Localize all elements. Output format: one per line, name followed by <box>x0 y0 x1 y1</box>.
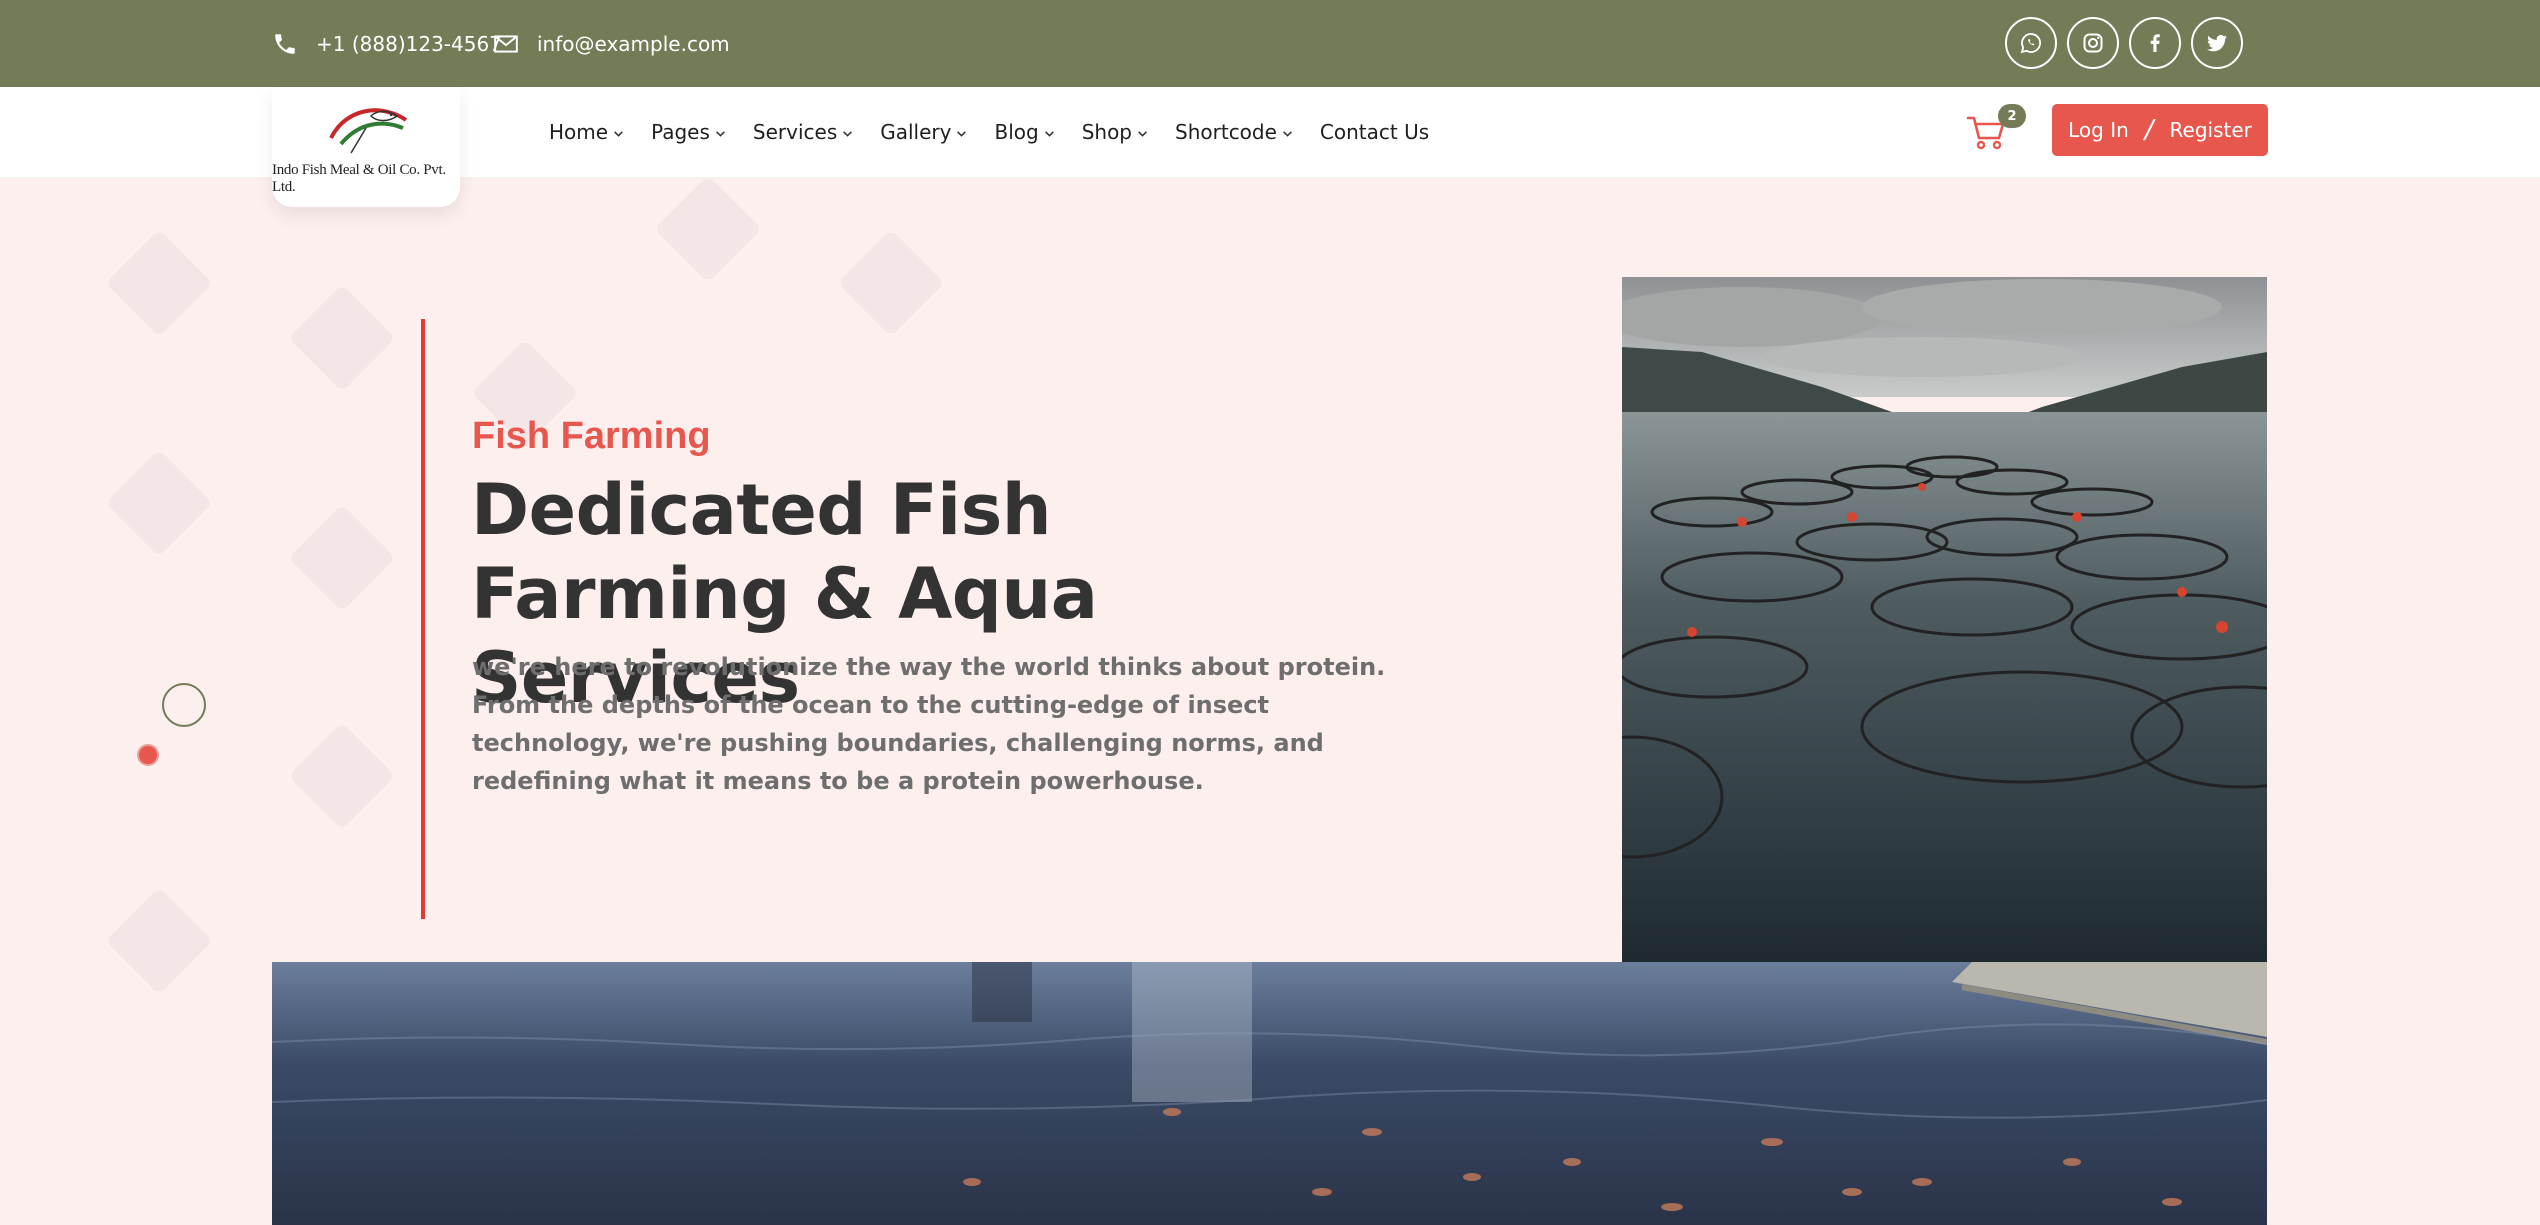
decor-diamond <box>288 504 396 612</box>
phone-number: +1 (888)123-4567 <box>316 31 502 56</box>
whatsapp-link[interactable] <box>2005 17 2057 69</box>
nav-item-blog[interactable]: Blog <box>994 120 1054 144</box>
cart-count-badge: 2 <box>1998 104 2026 128</box>
email-contact[interactable]: info@example.com <box>493 0 730 87</box>
decor-diamond <box>837 229 945 337</box>
phone-icon <box>275 33 295 54</box>
whatsapp-icon <box>2020 33 2041 54</box>
nav-item-label: Shortcode <box>1175 120 1277 144</box>
decor-diamond <box>288 722 396 830</box>
register-link[interactable]: Register <box>2170 118 2252 142</box>
hero-eyebrow: Fish Farming <box>472 415 711 457</box>
chevron-down-icon <box>1283 130 1292 137</box>
fish-logo-icon <box>329 108 408 154</box>
fish-farm-cages-image <box>1622 277 2267 962</box>
nav-item-label: Gallery <box>880 120 952 144</box>
nav-item-label: Contact Us <box>1319 120 1430 144</box>
fish-pond-image <box>272 962 2267 1225</box>
nav-item-pages[interactable]: Pages <box>651 120 726 144</box>
nav-item-gallery[interactable]: Gallery <box>880 120 967 144</box>
phone-contact[interactable]: +1 (888)123-4567 <box>272 0 502 87</box>
facebook-icon <box>2150 34 2160 52</box>
decor-diamond <box>654 175 762 283</box>
chevron-down-icon <box>843 130 853 137</box>
instagram-link[interactable] <box>2067 17 2119 69</box>
facebook-link[interactable] <box>2129 17 2181 69</box>
mail-icon <box>494 34 518 53</box>
chevron-down-icon <box>716 130 725 137</box>
nav-item-label: Blog <box>994 120 1039 144</box>
nav-item-label: Services <box>752 120 838 144</box>
hero-description: we're here to revolutionize the way the … <box>472 653 1386 795</box>
chevron-down-icon <box>1044 130 1054 137</box>
login-link[interactable]: Log In <box>2068 118 2129 142</box>
hero-accent-line <box>421 319 425 919</box>
slider-dot-active[interactable] <box>137 744 159 766</box>
nav-item-contact-us[interactable]: Contact Us <box>1320 120 1429 144</box>
logo-text: Indo Fish Meal & Oil Co. Pvt. Ltd. <box>272 162 446 195</box>
nav-item-shop[interactable]: Shop <box>1082 120 1148 144</box>
slider-dot-inactive[interactable] <box>162 683 206 727</box>
twitter-link[interactable] <box>2191 17 2243 69</box>
site-logo[interactable]: Indo Fish Meal & Oil Co. Pvt. Ltd. <box>272 87 460 207</box>
nav-item-home[interactable]: Home <box>549 120 624 144</box>
nav-item-shortcode[interactable]: Shortcode <box>1175 120 1293 144</box>
decor-diamond <box>105 229 213 337</box>
chevron-down-icon <box>1138 130 1147 137</box>
nav-item-label: Home <box>549 120 609 144</box>
decor-diamond <box>105 887 213 995</box>
decor-diamond <box>288 284 396 392</box>
twitter-icon <box>2207 34 2227 52</box>
nav-item-label: Pages <box>651 120 710 144</box>
nav-item-label: Shop <box>1081 120 1133 144</box>
chevron-down-icon <box>957 130 967 137</box>
decor-diamond <box>105 449 213 557</box>
nav-item-services[interactable]: Services <box>753 120 853 144</box>
auth-button[interactable]: Log In / Register <box>2052 104 2268 156</box>
email-address: info@example.com <box>537 31 730 56</box>
chevron-down-icon <box>614 130 623 137</box>
instagram-icon <box>2083 33 2103 53</box>
primary-nav: Home Pages Services Gallery Blog Shop Shortcod… <box>549 87 1456 177</box>
auth-separator: / <box>2144 115 2154 145</box>
